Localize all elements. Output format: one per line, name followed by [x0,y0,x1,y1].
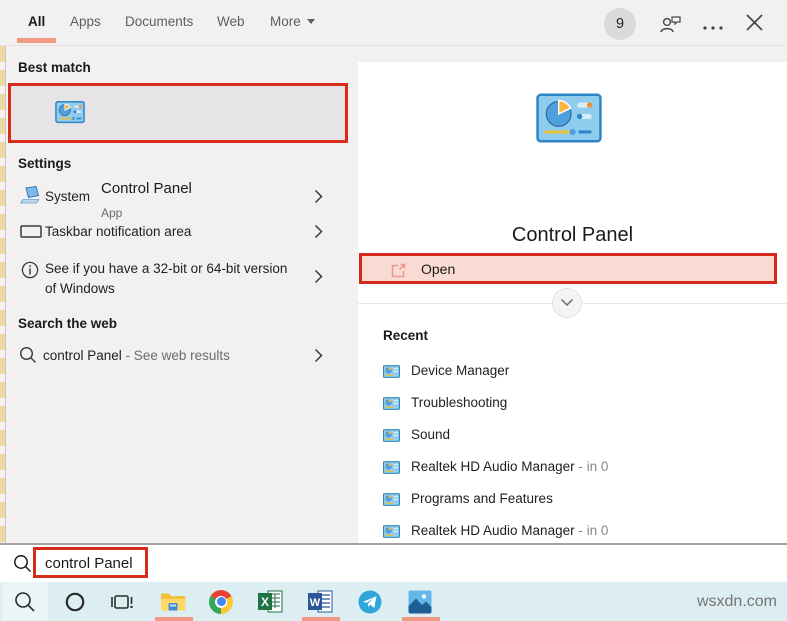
watermark: wsxdn.com [697,593,777,611]
settings-item-label: See if you have a 32-bit or 64-bit versi… [45,259,295,299]
chrome-icon [209,590,233,614]
preview-app-title: Control Panel [358,224,787,247]
open-label: Open [421,261,455,277]
search-icon [19,346,37,364]
settings-item-label: Taskbar notification area [45,224,191,239]
taskbar-cortana-button[interactable] [52,582,98,621]
telegram-icon [358,590,382,614]
settings-item-label: System [45,189,90,204]
file-explorer-icon [160,591,186,613]
settings-item-32bit-64bit[interactable]: See if you have a 32-bit or 64-bit versi… [0,256,348,302]
settings-item-taskbar-notification[interactable]: Taskbar notification area [0,219,348,249]
control-panel-mini-icon [383,429,400,442]
tab-web[interactable]: Web [217,14,245,29]
laptop-icon [20,186,42,205]
search-web-result[interactable]: control Panel - See web results [0,342,348,372]
taskbar-photos-button[interactable] [397,582,443,621]
feedback-button[interactable] [658,13,682,40]
svg-text:X: X [260,595,268,609]
taskbar-word-button[interactable]: W [297,582,343,621]
active-tab-indicator [17,38,56,43]
control-panel-mini-icon [383,461,400,474]
recent-header: Recent [383,328,428,343]
control-panel-mini-icon [383,525,400,538]
search-input-value[interactable]: control Panel [45,555,133,572]
search-the-web-header: Search the web [18,316,117,331]
feedback-person-icon [658,13,682,35]
notification-count-badge[interactable]: 9 [604,8,636,40]
taskbar-chrome-button[interactable] [198,582,244,621]
running-app-indicator [302,617,340,621]
task-view-icon [110,592,134,612]
tab-apps[interactable]: Apps [70,14,101,29]
running-app-indicator [155,617,193,621]
search-icon [14,591,36,613]
control-panel-hero-icon [536,93,602,143]
control-panel-mini-icon [383,365,400,378]
running-app-indicator [402,617,440,621]
close-icon [744,12,765,33]
close-button[interactable] [744,12,765,38]
recent-item-label: Sound [411,427,450,442]
expand-actions-button[interactable] [552,288,582,318]
chevron-down-icon [560,298,574,307]
info-icon [21,261,39,279]
tab-documents[interactable]: Documents [125,14,193,29]
word-icon: W [308,590,333,613]
recent-item-label: Realtek HD Audio Manager - in 0 [411,523,608,538]
control-panel-mini-icon [383,397,400,410]
excel-icon: X [258,590,283,613]
taskbar-task-view-button[interactable] [99,582,145,621]
chevron-right-icon [314,224,323,239]
windows-taskbar: X W [0,582,787,621]
taskbar-excel-button[interactable]: X [247,582,293,621]
settings-header: Settings [18,156,71,171]
chevron-right-icon [314,348,323,363]
chevron-right-icon [314,189,323,204]
open-external-icon [390,262,407,279]
open-action-row[interactable]: Open [359,253,777,284]
recent-item-label: Device Manager [411,363,509,378]
cortana-icon [64,591,86,613]
best-match-result[interactable]: Control Panel App [8,83,348,143]
best-match-header: Best match [18,60,91,75]
photos-icon [408,590,432,614]
chevron-right-icon [314,269,323,284]
taskbar-telegram-button[interactable] [347,582,393,621]
tab-more[interactable]: More [270,14,315,29]
search-query-annotation: control Panel [33,547,148,578]
taskbar-file-explorer-button[interactable] [150,582,196,621]
control-panel-icon [55,100,85,124]
tab-all[interactable]: All [28,14,45,29]
taskbar-icon [20,225,42,238]
search-icon [13,554,32,573]
search-web-label: control Panel - See web results [43,348,230,363]
search-flyout-topbar: All Apps Documents Web More 9 [0,0,787,46]
ellipsis-icon [702,25,724,31]
recent-item-label: Programs and Features [411,491,553,506]
control-panel-mini-icon [383,493,400,506]
taskbar-search-box[interactable]: control Panel [0,543,787,582]
chevron-down-icon [307,19,315,24]
result-preview-panel: Control Panel App Open Recent Device Man… [358,62,787,543]
svg-text:W: W [309,597,320,609]
taskbar-search-button[interactable] [2,582,48,621]
settings-item-system[interactable]: System [0,184,348,214]
recent-item-label: Realtek HD Audio Manager - in 0 [411,459,608,474]
recent-item-label: Troubleshooting [411,395,507,410]
more-options-button[interactable] [702,18,724,36]
